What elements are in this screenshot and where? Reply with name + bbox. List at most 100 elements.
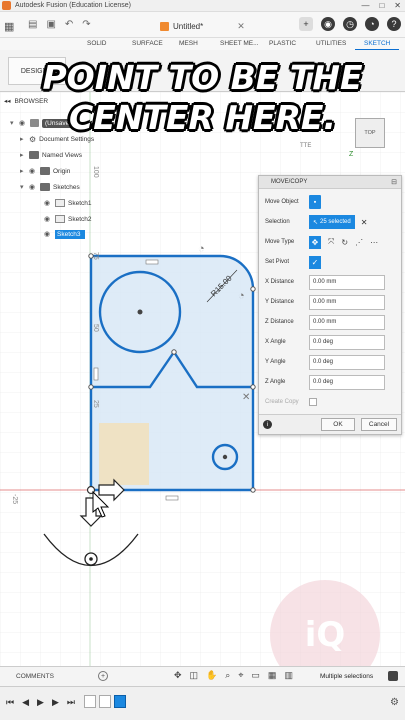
tab-sketch[interactable]: SKETCH xyxy=(364,40,390,47)
data-panel-grid-icon[interactable]: ▦ xyxy=(4,20,14,33)
visibility-eye-icon[interactable]: ◉ xyxy=(44,230,52,238)
notch-point[interactable] xyxy=(171,349,177,355)
new-tab-plus-icon[interactable]: + xyxy=(299,17,313,31)
info-icon[interactable]: i xyxy=(263,420,272,429)
zoom-icon[interactable]: ⌕ xyxy=(225,670,230,681)
coincident-constraint-icon[interactable]: ✕ xyxy=(242,392,250,403)
collapse-dialog-icon[interactable]: ⊟ xyxy=(391,178,397,186)
help-icon[interactable]: ? xyxy=(387,17,401,31)
z-distance-input[interactable]: 0.00 mm xyxy=(309,314,385,330)
close-button[interactable]: ✕ xyxy=(394,1,401,10)
maximize-button[interactable]: □ xyxy=(379,1,384,10)
horizontal-constraint-icon[interactable] xyxy=(145,259,159,265)
tangent-constraint-icon[interactable]: ◔ xyxy=(238,290,245,302)
set-pivot-toggle[interactable]: ✓ xyxy=(309,255,321,269)
sketch-icon xyxy=(55,215,65,223)
tree-item-sketches[interactable]: ▾ ◉ Sketches xyxy=(20,181,80,193)
pan-icon[interactable]: ✋ xyxy=(206,670,217,681)
comments-label[interactable]: COMMENTS xyxy=(16,673,54,680)
viewports-icon[interactable]: ▥ xyxy=(284,670,293,681)
minimize-button[interactable]: — xyxy=(361,1,369,10)
move-object-row: Move Object ▪ xyxy=(265,194,399,210)
visibility-eye-icon[interactable]: ◉ xyxy=(44,215,52,223)
go-to-end-icon[interactable]: ⏭ xyxy=(67,697,75,708)
rotate-icon[interactable]: ↻ xyxy=(341,238,348,247)
redo-icon[interactable]: ↷ xyxy=(82,19,90,30)
tab-utilities[interactable]: UTILITIES xyxy=(316,40,346,47)
expand-triangle-icon[interactable]: ▸ xyxy=(20,167,26,175)
tree-item-sketch3[interactable]: ◉ Sketch3 xyxy=(44,228,85,240)
visibility-eye-icon[interactable]: ◉ xyxy=(44,199,52,207)
extensions-icon[interactable]: ◉ xyxy=(321,17,335,31)
corner-point[interactable] xyxy=(250,487,256,493)
arc-end-point[interactable] xyxy=(250,286,256,292)
translate-icon[interactable]: ⤧ xyxy=(328,237,334,247)
sketch-objects-type-icon[interactable]: ▪ xyxy=(309,195,321,209)
dialog-title-bar[interactable]: MOVE/COPY ⊟ xyxy=(259,176,401,189)
x-angle-input[interactable]: 0.0 deg xyxy=(309,334,385,350)
look-at-icon[interactable]: ◫ xyxy=(190,670,199,681)
expand-triangle-icon[interactable]: ▸ xyxy=(20,151,26,159)
y-angle-input[interactable]: 0.0 deg xyxy=(309,354,385,370)
file-icon[interactable]: ▤ xyxy=(28,19,37,30)
go-to-start-icon[interactable]: ⏮ xyxy=(6,697,14,708)
corner-point[interactable] xyxy=(88,384,94,390)
orbit-icon[interactable]: ✥ xyxy=(174,670,182,681)
horizontal-constraint-icon[interactable] xyxy=(165,495,179,501)
create-copy-label: Create Copy xyxy=(265,399,299,405)
document-tab[interactable]: Untitled* ✕ xyxy=(160,17,245,35)
play-icon[interactable]: ▶ xyxy=(37,697,44,708)
timeline-sketch-item[interactable] xyxy=(84,695,96,708)
visibility-eye-icon[interactable]: ◉ xyxy=(29,183,37,191)
job-status-icon[interactable]: ◷ xyxy=(343,17,357,31)
expand-triangle-icon[interactable]: ▾ xyxy=(20,183,26,191)
step-forward-icon[interactable]: ▶ xyxy=(52,697,59,708)
ok-button[interactable]: OK xyxy=(321,418,355,431)
document-cube-icon xyxy=(160,21,169,31)
folder-icon xyxy=(40,183,50,191)
small-circle-center[interactable] xyxy=(222,454,228,460)
tree-item-sketch2[interactable]: ◉ Sketch2 xyxy=(44,213,92,225)
tab-solid[interactable]: SOLID xyxy=(87,40,107,47)
y-distance-input[interactable]: 0.00 mm xyxy=(309,294,385,310)
tree-item-origin[interactable]: ▸ ◉ Origin xyxy=(20,165,70,177)
tab-plastic[interactable]: PLASTIC xyxy=(269,40,296,47)
corner-point[interactable] xyxy=(250,384,256,390)
grid-settings-icon[interactable]: ▦ xyxy=(268,670,277,681)
pocket-rectangle[interactable] xyxy=(99,423,149,485)
display-settings-icon[interactable]: ▭ xyxy=(251,670,260,681)
point-to-point-icon[interactable]: ⋰ xyxy=(355,238,363,247)
large-circle-center[interactable] xyxy=(137,309,143,315)
tab-sheet-metal[interactable]: SHEET ME... xyxy=(220,40,259,47)
vertical-constraint-icon[interactable] xyxy=(93,367,99,381)
tangent-constraint-icon[interactable]: ◔ xyxy=(198,243,205,255)
add-comment-icon[interactable]: + xyxy=(98,671,108,681)
visibility-eye-icon[interactable]: ◉ xyxy=(29,167,37,175)
selection-filter-icon[interactable] xyxy=(388,671,398,681)
point-to-position-icon[interactable]: ⋯ xyxy=(370,238,378,247)
save-icon[interactable]: ▣ xyxy=(46,19,55,30)
fit-icon[interactable]: ⌖ xyxy=(238,670,243,681)
create-copy-checkbox[interactable] xyxy=(309,398,317,406)
undo-icon[interactable]: ↶ xyxy=(65,19,73,30)
close-tab-icon[interactable]: ✕ xyxy=(237,21,245,32)
tab-mesh[interactable]: MESH xyxy=(179,40,198,47)
clear-selection-icon[interactable]: ✕ xyxy=(361,218,368,227)
tree-item-named-views[interactable]: ▸ Named Views xyxy=(20,149,82,161)
move-copy-dialog: MOVE/COPY ⊟ Move Object ▪ Selection ↖ 25… xyxy=(258,175,402,435)
timeline-sketch-item-active[interactable] xyxy=(114,695,126,708)
z-angle-input[interactable]: 0.0 deg xyxy=(309,374,385,390)
timeline-settings-gear-icon[interactable]: ⚙ xyxy=(390,697,399,708)
notifications-icon[interactable]: ◔ xyxy=(365,17,379,31)
free-move-icon[interactable]: ✥ xyxy=(309,235,321,249)
cancel-button[interactable]: Cancel xyxy=(361,418,397,431)
step-back-icon[interactable]: ◀ xyxy=(22,697,29,708)
tree-item-sketch1[interactable]: ◉ Sketch1 xyxy=(44,197,92,209)
tab-surface[interactable]: SURFACE xyxy=(132,40,163,47)
timeline-sketch-item[interactable] xyxy=(99,695,111,708)
timeline-controls: ⏮ ◀ ▶ ▶ ⏭ xyxy=(6,697,75,708)
document-tab-label: Untitled* xyxy=(173,21,204,31)
x-angle-row: X Angle 0.0 deg xyxy=(265,334,399,350)
x-distance-input[interactable]: 0.00 mm xyxy=(309,274,385,290)
selection-chip[interactable]: ↖ 25 selected xyxy=(309,215,355,229)
